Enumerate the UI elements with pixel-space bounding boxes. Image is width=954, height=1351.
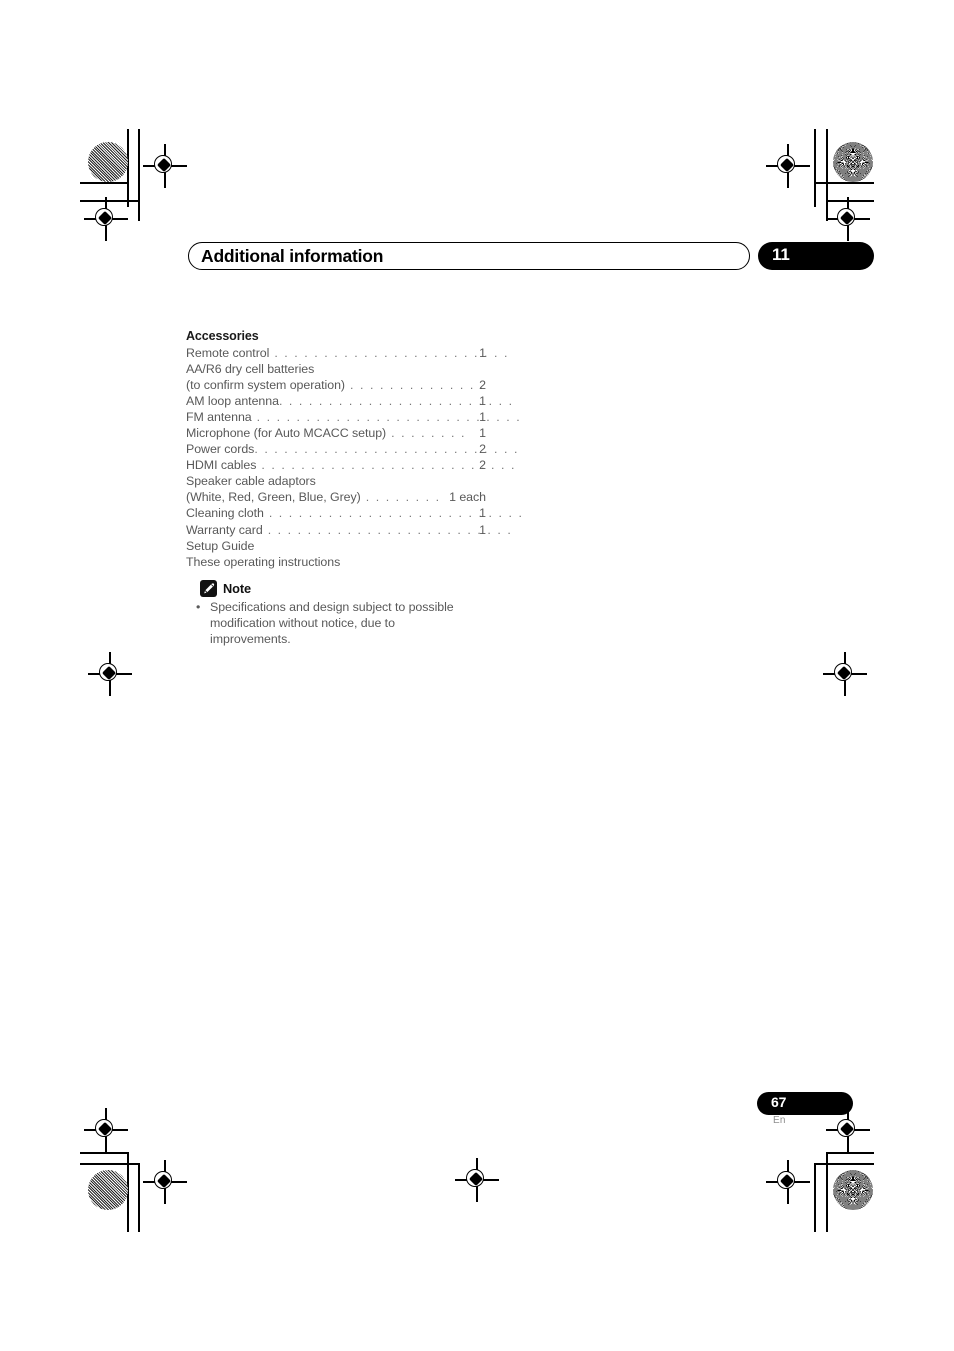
trim-mark-bottom-left-h2 [80,1163,139,1165]
accessory-row: Remote control . . . . . . . . . . . . .… [186,345,507,361]
chapter-header-bar: Additional information [188,242,750,270]
registration-mark-upper-left [84,197,128,241]
accessory-quantity: 1 [479,346,486,360]
registration-mark-middle-left [88,652,132,696]
trim-mark-top-right-h1 [814,182,874,184]
accessory-row: Warranty card . . . . . . . . . . . . . … [186,522,511,538]
accessory-label: Warranty card [186,522,263,537]
dot-leader: . . . . . . . . . . . . . . . . . . . . … [262,522,513,537]
language-code: En [773,1115,786,1126]
note-header: Note [200,579,486,597]
accessory-row: Speaker cable adaptors [186,473,486,489]
trim-mark-top-left-v1 [127,129,129,207]
pencil-note-icon [200,579,217,597]
registration-mark-upper-right [826,197,870,241]
dot-leader: . . . . . . . . [386,426,467,441]
accessory-quantity: 1 [479,394,486,409]
density-patch-top-left [88,142,128,182]
accessory-label: Microphone (for Auto MCACC setup) [186,426,387,441]
accessory-row: These operating instructions [186,554,486,570]
dot-leader: . . . . . . . . . . . . . . . . . . . . … [256,458,516,473]
accessory-quantity: 2 [479,442,486,457]
accessory-label: HDMI cables [186,458,257,473]
dot-leader: . . . . . . . . . . . . . . . . . . . . … [269,346,509,360]
accessory-quantity: 1 each [449,490,486,505]
accessory-quantity: 1 [479,506,486,521]
dot-leader: . . . . . . . . . . . . . . [345,378,485,393]
note-list-item: • Specifications and design subject to p… [192,599,468,647]
accessory-quantity: 1 [479,426,486,441]
registration-mark-bottom-left [84,1108,128,1152]
accessory-quantity: 1 [479,410,486,425]
accessory-row: Microphone (for Auto MCACC setup) . . . … [186,425,486,441]
density-patch-top-right [833,142,873,182]
trim-mark-bottom-right-h2 [814,1163,874,1165]
accessory-row: FM antenna . . . . . . . . . . . . . . .… [186,409,520,425]
accessories-list: Remote control . . . . . . . . . . . . .… [186,345,522,570]
note-item-text: Specifications and design subject to pos… [210,599,454,646]
trim-mark-bottom-left-v2 [138,1163,140,1232]
printed-page: Additional information 11 Accessories Re… [0,0,954,1351]
accessory-label: AA/R6 dry cell batteries [186,362,315,377]
note-title: Note [223,580,252,596]
trim-mark-top-right-v1 [814,129,816,207]
density-patch-bottom-right [833,1170,873,1210]
accessory-row: Setup Guide [186,538,486,554]
accessory-label: FM antenna [186,410,252,425]
accessory-label: Remote control [186,346,270,360]
density-patch-bottom-left [88,1170,128,1210]
section-heading-accessories: Accessories [186,329,259,343]
accessory-label: These operating instructions [186,554,341,569]
accessory-row: (White, Red, Green, Blue, Grey) . . . . … [186,489,486,505]
accessory-label: AM loop antenna [186,394,279,409]
accessory-label: (to confirm system operation) [186,378,345,393]
registration-mark-top-left [143,144,187,188]
accessory-label: (White, Red, Green, Blue, Grey) [186,490,361,505]
page-number: 67 [771,1094,787,1110]
note-bullet-icon: • [196,599,201,614]
chapter-number: 11 [772,245,790,264]
registration-mark-lower-left [143,1160,187,1204]
accessory-row: HDMI cables . . . . . . . . . . . . . . … [186,457,514,473]
accessory-row: AA/R6 dry cell batteries [186,361,486,377]
registration-mark-bottom-right [766,1160,810,1204]
registration-mark-top-right [766,144,810,188]
chapter-number-badge: 11 [758,242,874,270]
accessory-quantity: 1 [479,522,486,537]
main-content: Accessories Remote control . . . . . . .… [186,328,522,647]
trim-mark-bottom-right-h1 [826,1152,874,1154]
accessory-row: Power cords. . . . . . . . . . . . . . .… [186,441,517,457]
accessory-label: Setup Guide [186,538,255,553]
accessory-label: Speaker cable adaptors [186,474,316,489]
note-block: Note • Specifications and design subject… [186,579,486,647]
registration-mark-middle-right [823,652,867,696]
trim-mark-top-left-h1 [80,182,128,184]
page-number-badge: 67 [757,1092,853,1115]
accessory-label: Cleaning cloth [186,506,264,521]
accessory-quantity: 2 [479,458,486,473]
accessory-row: Cleaning cloth . . . . . . . . . . . . .… [186,505,522,521]
dot-leader: . . . . . . . . [360,490,441,505]
accessory-label: Power cords [186,442,255,457]
chapter-title: Additional information [201,246,384,266]
trim-mark-top-left-v2 [138,129,140,221]
registration-mark-bottom-center [455,1158,499,1202]
trim-mark-bottom-left-h1 [80,1152,128,1154]
trim-mark-bottom-right-v1 [814,1163,816,1232]
accessory-row: AM loop antenna. . . . . . . . . . . . .… [186,393,512,409]
accessory-quantity: 2 [479,378,486,393]
accessory-row: (to confirm system operation) . . . . . … [186,377,486,393]
